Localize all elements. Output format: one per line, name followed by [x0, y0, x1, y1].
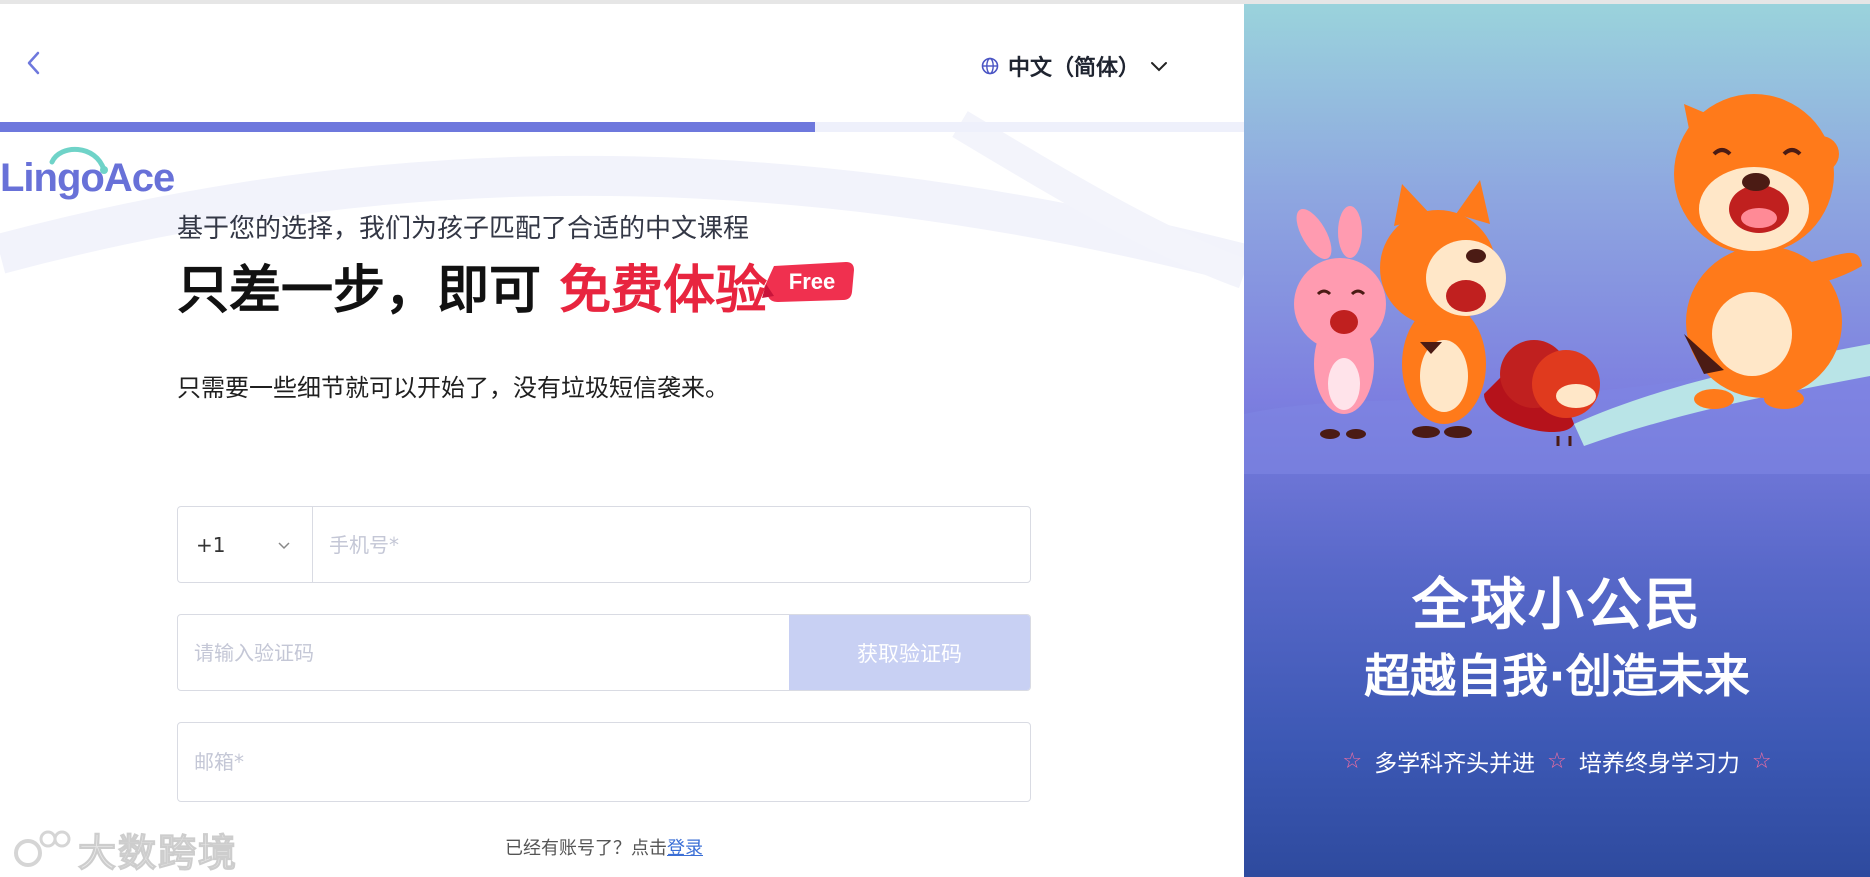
phone-input[interactable] [313, 507, 1030, 582]
page-headline: 只差一步，即可 免费体验 [177, 248, 767, 323]
login-link[interactable]: 登录 [667, 838, 703, 859]
free-badge-text: Free [789, 269, 835, 294]
login-prompt-text: 已经有账号了？点击 [505, 838, 667, 859]
headline-highlight: 免费体验 [559, 261, 768, 321]
phone-field: +1 [177, 506, 1031, 583]
star-icon: ☆ [1342, 748, 1363, 774]
feature-1: 多学科齐头并进 [1374, 751, 1536, 777]
chevron-down-icon [278, 541, 290, 549]
star-icon: ☆ [1547, 748, 1567, 774]
promo-features: ☆ 多学科齐头并进 ☆ 培养终身学习力 ☆ [1244, 744, 1870, 778]
star-icon: ☆ [1751, 748, 1772, 774]
back-button[interactable] [22, 48, 46, 78]
verification-field: 获取验证码 [177, 614, 1031, 691]
brand-logo: LingoAce [0, 156, 175, 200]
promo-panel: 全球小公民 超越自我·创造未来 ☆ 多学科齐头并进 ☆ 培养终身学习力 ☆ [1244, 4, 1870, 877]
language-selector[interactable]: 中文（简体） [980, 50, 1170, 82]
headline-text: 只差一步，即可 [177, 261, 560, 321]
promo-subtitle: 超越自我·创造未来 [1364, 649, 1750, 703]
promo-title: 全球小公民 [1412, 573, 1702, 638]
mascot-illustration [1244, 94, 1870, 474]
country-code-select[interactable]: +1 [178, 507, 313, 582]
language-label: 中文（简体） [1008, 56, 1141, 81]
intro-description: 只需要一些细节就可以开始了，没有垃圾短信袭来。 [177, 374, 729, 402]
progress-bar [0, 122, 815, 132]
login-prompt: 已经有账号了？点击登录 [505, 834, 703, 860]
course-match-subtitle: 基于您的选择，我们为孩子匹配了合适的中文课程 [177, 214, 750, 244]
email-input[interactable] [178, 723, 1030, 801]
verification-code-input[interactable] [178, 615, 789, 690]
watermark-text: 大数跨境 [77, 831, 239, 876]
chevron-left-icon [27, 51, 40, 75]
get-code-button[interactable]: 获取验证码 [789, 615, 1030, 690]
free-badge: Free [762, 262, 854, 302]
watermark-logo-icon [14, 830, 71, 867]
chevron-down-icon [1151, 62, 1168, 72]
email-field [177, 722, 1031, 802]
globe-icon [981, 57, 999, 75]
feature-2: 培养终身学习力 [1578, 751, 1740, 777]
watermark: 大数跨境 [12, 822, 238, 877]
country-code-value: +1 [196, 532, 226, 557]
signup-panel: 中文（简体） LingoAce 基于您的选择，我们为孩子匹配了合适的中文课程 只… [0, 4, 1244, 877]
